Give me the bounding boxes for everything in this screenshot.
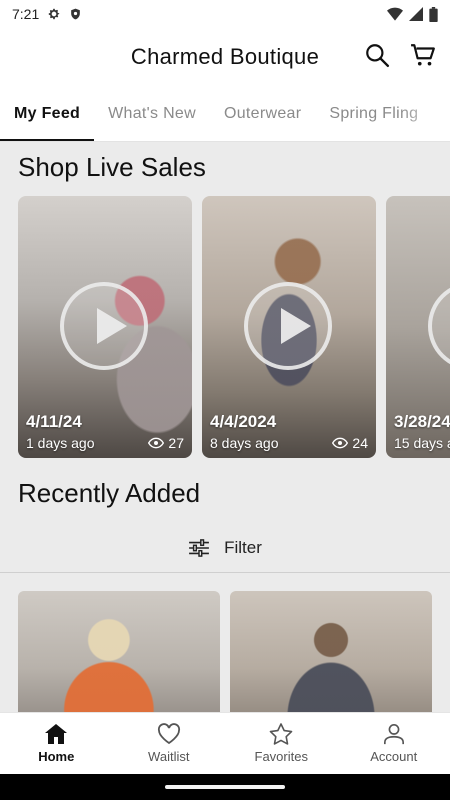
shield-icon <box>71 8 81 20</box>
status-time: 7:21 <box>12 6 40 22</box>
play-icon[interactable] <box>60 282 148 370</box>
nav-favorites[interactable]: Favorites <box>225 713 338 774</box>
home-icon <box>45 724 68 744</box>
view-count-value: 24 <box>352 435 368 451</box>
nav-home[interactable]: Home <box>0 713 113 774</box>
tabs-fade <box>400 86 450 141</box>
settings-icon <box>49 8 60 20</box>
divider <box>0 572 450 573</box>
feed-content[interactable]: Shop Live Sales 4/11/24 1 days ago 27 4/… <box>0 142 450 712</box>
nav-account[interactable]: Account <box>338 713 450 774</box>
tab-outerwear[interactable]: Outerwear <box>210 86 315 141</box>
product-card[interactable] <box>18 591 220 712</box>
nav-waitlist[interactable]: Waitlist <box>113 713 226 774</box>
cart-icon[interactable] <box>410 42 436 68</box>
play-icon[interactable] <box>428 282 450 370</box>
tab-whats-new[interactable]: What's New <box>94 86 210 141</box>
live-sale-date: 3/28/24 <box>394 412 450 431</box>
nav-favorites-label: Favorites <box>254 749 308 764</box>
play-icon[interactable] <box>244 282 332 370</box>
sliders-icon <box>189 539 210 557</box>
person-icon <box>383 724 404 745</box>
eye-icon <box>332 437 349 449</box>
recently-added-title: Recently Added <box>18 478 201 508</box>
heart-icon <box>157 723 180 745</box>
nav-home-label: Home <box>38 749 75 764</box>
bottom-nav: Home Waitlist Favorites Account <box>0 712 450 774</box>
gesture-bar <box>0 774 450 800</box>
eye-icon <box>148 437 165 449</box>
wifi-icon <box>387 7 403 21</box>
live-sale-card[interactable]: 4/4/2024 8 days ago 24 <box>202 196 376 458</box>
app-title: Charmed Boutique <box>130 44 320 69</box>
live-sale-date: 4/11/24 <box>26 412 82 431</box>
filter-label: Filter <box>224 538 262 557</box>
view-count: 27 <box>148 435 184 451</box>
star-icon <box>269 723 293 745</box>
search-icon[interactable] <box>364 42 390 68</box>
product-card[interactable] <box>230 591 432 712</box>
nav-account-label: Account <box>370 749 418 764</box>
status-bar: 7:21 <box>0 0 450 28</box>
nav-waitlist-label: Waitlist <box>148 749 190 764</box>
live-sales-title: Shop Live Sales <box>18 152 206 182</box>
category-tabs: My Feed What's New Outerwear Spring Flin… <box>0 86 450 142</box>
live-sale-card[interactable]: 4/11/24 1 days ago 27 <box>18 196 192 458</box>
live-sale-ago: 15 days ago <box>394 435 450 451</box>
battery-icon <box>429 6 438 22</box>
live-sale-ago: 1 days ago <box>26 435 95 451</box>
filter-button[interactable]: Filter <box>0 524 450 572</box>
app-header: Charmed Boutique <box>0 28 450 86</box>
view-count-value: 27 <box>168 435 184 451</box>
live-sales-carousel[interactable]: 4/11/24 1 days ago 27 4/4/2024 8 days ag… <box>18 196 450 458</box>
live-sale-ago: 8 days ago <box>210 435 279 451</box>
live-sale-date: 4/4/2024 <box>210 412 277 431</box>
tab-my-feed[interactable]: My Feed <box>0 86 95 141</box>
view-count: 24 <box>332 435 368 451</box>
product-grid <box>18 591 432 712</box>
live-sale-card[interactable]: 3/28/24 15 days ago <box>386 196 450 458</box>
signal-icon <box>409 7 423 21</box>
home-gesture-handle[interactable] <box>165 785 285 789</box>
